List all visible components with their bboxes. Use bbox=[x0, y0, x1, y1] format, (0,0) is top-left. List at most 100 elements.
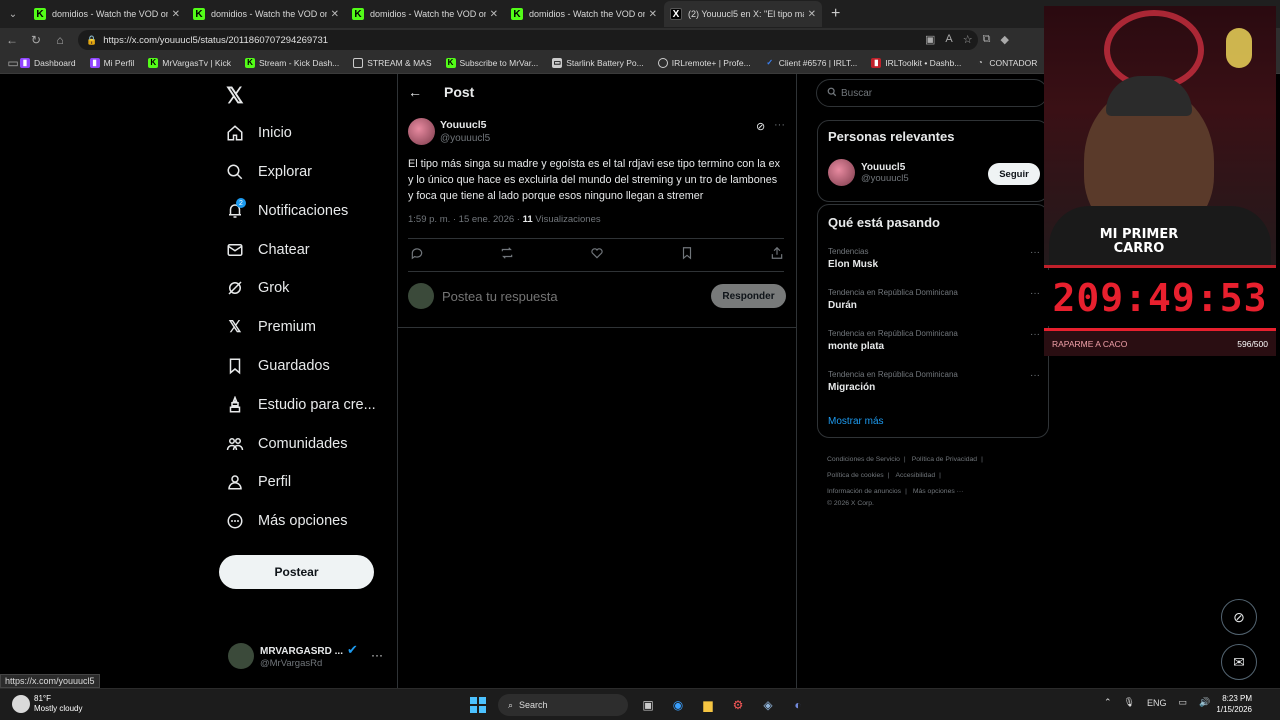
footer-link[interactable]: Más opciones ··· bbox=[913, 488, 964, 495]
tab-actions-icon[interactable]: ⌄ bbox=[4, 5, 22, 23]
back-arrow-icon[interactable]: ← bbox=[0, 28, 24, 52]
bookmark-item[interactable]: K Stream - Kick Dash... bbox=[244, 57, 339, 68]
file-explorer-icon[interactable]: ▆ bbox=[698, 695, 718, 715]
trend-item[interactable]: Tendencias Elon Musk ··· bbox=[828, 247, 1040, 270]
chevron-up-icon[interactable]: ⌃ bbox=[1104, 697, 1112, 708]
app-icon[interactable]: ⚙ bbox=[728, 695, 748, 715]
footer-link[interactable]: Información de anuncios bbox=[827, 488, 901, 495]
back-arrow-icon[interactable]: ← bbox=[408, 84, 422, 100]
more-icon[interactable]: ··· bbox=[774, 119, 785, 131]
post-button[interactable]: Postear bbox=[219, 555, 374, 589]
footer-link[interactable]: Condiciones de Servicio bbox=[827, 456, 900, 463]
steam-icon[interactable]: ◈ bbox=[758, 695, 778, 715]
sidebar-item-explorar[interactable]: Explorar bbox=[226, 158, 312, 186]
read-aloud-icon[interactable]: A bbox=[945, 33, 952, 46]
more-icon[interactable]: ··· bbox=[1030, 288, 1040, 299]
sidebar-item-perfil[interactable]: Perfil bbox=[226, 468, 291, 496]
home-icon[interactable]: ⌂ bbox=[48, 28, 72, 52]
extension-icon[interactable]: ◆ bbox=[1000, 33, 1008, 46]
repost-icon[interactable] bbox=[500, 246, 514, 263]
sidebar-item-notificaciones[interactable]: 2 Notificaciones bbox=[226, 197, 348, 225]
browser-tab[interactable]: K domidios - Watch the VOD on Kick ✕ bbox=[346, 1, 504, 27]
discord-icon[interactable]: ◐ bbox=[788, 695, 808, 715]
bookmark-item[interactable]: K Subscribe to MrVar... bbox=[445, 57, 538, 68]
grok-fab-icon[interactable]: ⊘ bbox=[1221, 599, 1257, 635]
browser-tab-active[interactable]: X (2) Youuucl5 en X: "El tipo más sin ✕ bbox=[664, 1, 822, 27]
relevant-user[interactable]: Youuucl5 @youuucl5 bbox=[828, 159, 909, 186]
bookmark-item[interactable]: ▮ Mi Perfil bbox=[89, 57, 134, 68]
bookmark-item[interactable]: STREAM & MAS bbox=[353, 57, 432, 68]
bookmarks-menu-icon[interactable]: ▭ bbox=[6, 51, 20, 75]
windows-start-icon[interactable] bbox=[468, 695, 488, 715]
post-time[interactable]: 1:59 p. m. · 15 ene. 2026 · bbox=[408, 214, 523, 225]
reply-input[interactable] bbox=[442, 288, 711, 304]
tab-close-icon[interactable]: ✕ bbox=[649, 9, 657, 20]
favorite-star-icon[interactable]: ☆ bbox=[963, 33, 973, 46]
footer-link[interactable]: Accesibilidad bbox=[895, 472, 935, 479]
sidebar-item-inicio[interactable]: Inicio bbox=[226, 119, 292, 147]
browser-tab[interactable]: K domidios - Watch the VOD on Kick ✕ bbox=[28, 1, 186, 27]
reload-icon[interactable]: ↻ bbox=[24, 28, 48, 52]
more-icon[interactable]: ··· bbox=[1030, 329, 1040, 340]
messages-fab-icon[interactable]: ✉ bbox=[1221, 644, 1257, 680]
tab-title: domidios - Watch the VOD on Kick bbox=[370, 9, 486, 19]
more-icon[interactable]: ··· bbox=[1030, 370, 1040, 381]
sidebar-item-comunidades[interactable]: Comunidades bbox=[226, 430, 347, 458]
reply-button[interactable]: Responder bbox=[711, 284, 786, 308]
taskbar-search[interactable]: ⌕ Search bbox=[498, 694, 628, 716]
bookmark-item[interactable]: ◔ CONTADOR bbox=[975, 58, 1037, 68]
sidebar-item-estudio[interactable]: Estudio para cre... bbox=[226, 391, 376, 419]
trend-item[interactable]: Tendencia en República Dominicana Durán … bbox=[828, 288, 1040, 311]
collections-icon[interactable]: ⧉ bbox=[983, 33, 991, 46]
task-view-icon[interactable]: ▣ bbox=[638, 695, 658, 715]
browser-tab[interactable]: K domidios - Watch the VOD on Kick ✕ bbox=[505, 1, 663, 27]
weather-widget[interactable]: 81°F Mostly cloudy bbox=[12, 694, 82, 714]
tab-close-icon[interactable]: ✕ bbox=[172, 9, 180, 20]
grok-icon[interactable]: ⊘ bbox=[756, 120, 765, 133]
avatar bbox=[828, 159, 855, 186]
bookmark-item[interactable]: ▮ Dashboard bbox=[20, 57, 76, 68]
more-icon[interactable]: ··· bbox=[371, 648, 383, 662]
trend-item[interactable]: Tendencia en República Dominicana Migrac… bbox=[828, 370, 1040, 393]
network-icon[interactable]: ▭ bbox=[1179, 697, 1188, 708]
share-icon[interactable] bbox=[770, 246, 784, 263]
taskbar-clock[interactable]: 8:23 PM 1/15/2026 bbox=[1212, 693, 1252, 715]
bookmark-item[interactable]: K MrVargasTv | Kick bbox=[148, 57, 231, 68]
sidebar-item-guardados[interactable]: Guardados bbox=[226, 352, 330, 380]
bookmark-icon[interactable] bbox=[680, 246, 694, 263]
footer-link[interactable]: Política de Privacidad bbox=[912, 456, 977, 463]
like-icon[interactable] bbox=[590, 246, 604, 263]
sidebar-item-mas-opciones[interactable]: Más opciones bbox=[226, 507, 347, 535]
sidebar-item-grok[interactable]: Grok bbox=[226, 274, 289, 302]
language-indicator[interactable]: ENG bbox=[1147, 698, 1167, 708]
reply-icon[interactable] bbox=[410, 246, 424, 263]
browser-tab[interactable]: K domidios - Watch the VOD on Kick ✕ bbox=[187, 1, 345, 27]
bookmark-item[interactable]: IRLremote+ | Profe... bbox=[657, 57, 751, 68]
more-icon[interactable]: ··· bbox=[1030, 247, 1040, 258]
sidebar-item-premium[interactable]: 𝕏 Premium bbox=[226, 313, 316, 341]
split-screen-icon[interactable]: ▣ bbox=[925, 33, 935, 46]
follow-button[interactable]: Seguir bbox=[988, 163, 1040, 185]
footer-link[interactable]: Política de cookies bbox=[827, 472, 884, 479]
post-author-handle[interactable]: @youuucl5 bbox=[440, 133, 490, 144]
post-author-name[interactable]: Youuucl5 bbox=[440, 119, 486, 131]
url-field[interactable]: 🔒 https://x.com/youuucl5/status/20118607… bbox=[78, 30, 978, 50]
avatar[interactable] bbox=[408, 118, 435, 145]
microphone-icon[interactable]: 🎙 bbox=[1124, 697, 1135, 708]
bookmark-item[interactable]: ▮ IRLToolkit • Dashb... bbox=[871, 57, 961, 68]
post-actions bbox=[410, 246, 784, 263]
volume-icon[interactable]: 🔊 bbox=[1199, 697, 1210, 708]
tab-close-icon[interactable]: ✕ bbox=[490, 9, 498, 20]
trend-item[interactable]: Tendencia en República Dominicana monte … bbox=[828, 329, 1040, 352]
bookmark-item[interactable]: ✓ Client #6576 | IRLT... bbox=[765, 58, 857, 68]
show-more-link[interactable]: Mostrar más bbox=[828, 416, 884, 427]
new-tab-icon[interactable]: + bbox=[831, 5, 840, 23]
sidebar-item-chatear[interactable]: Chatear bbox=[226, 236, 310, 264]
account-switcher[interactable]: MRVARGASRD ... ✔ @MrVargasRd ··· bbox=[228, 642, 383, 669]
search-box[interactable]: Buscar bbox=[816, 79, 1048, 107]
tab-close-icon[interactable]: ✕ bbox=[808, 9, 816, 20]
bookmark-item[interactable]: ▭ Starlink Battery Po... bbox=[552, 57, 644, 68]
tab-close-icon[interactable]: ✕ bbox=[331, 9, 339, 20]
x-logo-icon[interactable]: 𝕏 bbox=[226, 83, 244, 109]
edge-browser-icon[interactable]: ◉ bbox=[668, 695, 688, 715]
